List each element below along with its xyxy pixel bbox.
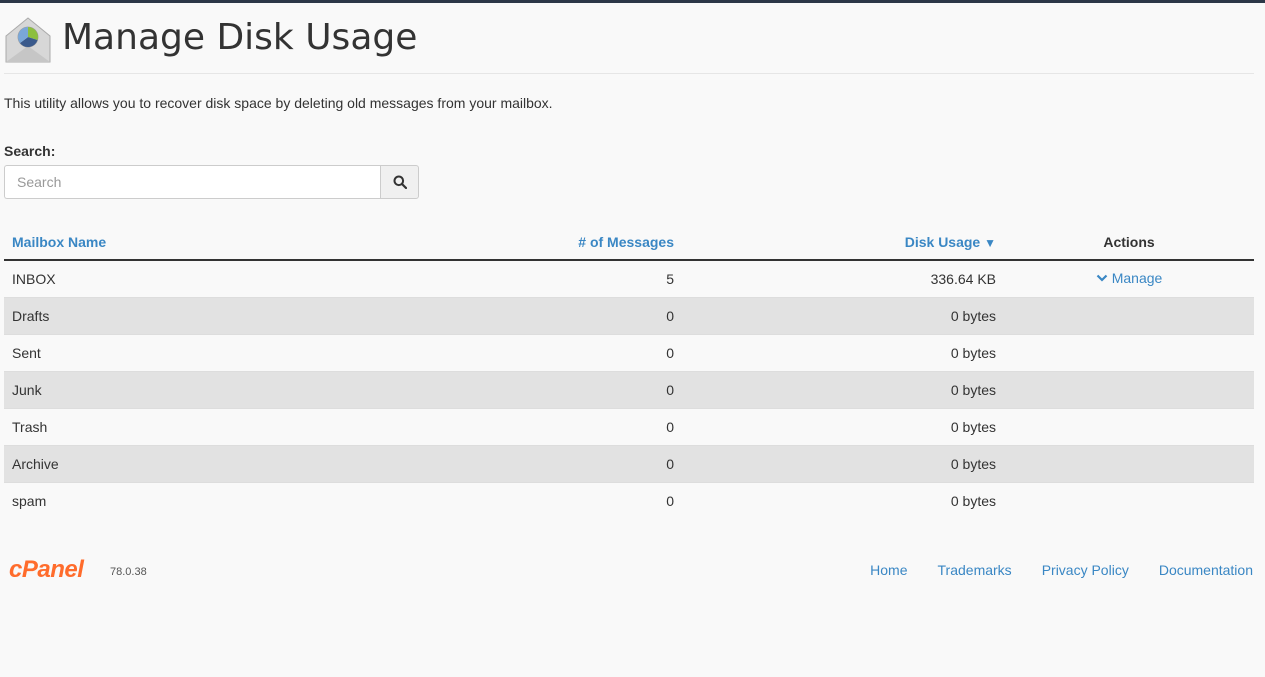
table-row: Trash 0 0 bytes [4,407,1254,445]
sort-descending-icon: ▼ [984,235,996,250]
table-row: spam 0 0 bytes [4,481,1254,519]
column-label-messages: # of Messages [578,233,674,250]
footer-link-trademarks[interactable]: Trademarks [938,562,1012,578]
table-row: Junk 0 0 bytes [4,370,1254,408]
manage-inbox-button[interactable]: Manage [1096,270,1163,287]
search-input[interactable] [4,165,380,199]
search-label: Search: [4,143,56,159]
table-header-row: Mailbox Name # of Messages Disk Usage ▼ … [4,224,1254,261]
actions-cell [1004,407,1254,445]
message-count-cell: 0 [324,407,682,445]
actions-cell [1004,370,1254,408]
table-row: Archive 0 0 bytes [4,444,1254,482]
actions-cell: Manage [1004,260,1254,297]
cpanel-logo: cPanel [9,556,86,583]
footer-link-documentation[interactable]: Documentation [1159,562,1253,578]
chevron-down-icon [1096,274,1107,282]
footer-link-privacy-policy[interactable]: Privacy Policy [1042,562,1129,578]
version-number: 78.0.38 [110,566,147,578]
column-label-mailbox-name: Mailbox Name [12,233,107,250]
search-button[interactable] [380,165,419,199]
page-description: This utility allows you to recover disk … [4,95,553,111]
actions-cell [1004,444,1254,482]
top-bar [0,0,1265,3]
column-header-disk-usage[interactable]: Disk Usage ▼ [682,224,1004,261]
message-count-cell: 5 [666,270,674,287]
mailbox-name-cell: INBOX [12,270,56,287]
message-count-cell: 0 [324,481,682,519]
message-count-cell: 0 [324,370,682,408]
page-title: Manage Disk Usage [62,17,418,58]
mailbox-name-cell: Junk [4,370,324,408]
disk-usage-cell: 0 bytes [682,407,1004,445]
disk-usage-cell: 336.64 KB [930,270,996,287]
table-row: Sent 0 0 bytes [4,333,1254,371]
mailbox-name-cell: Sent [4,333,324,371]
message-count-cell: 0 [324,444,682,482]
table-row: INBOX 5 336.64 KB Manage [4,260,1254,297]
column-label-disk-usage: Disk Usage [904,233,981,250]
actions-cell [1004,481,1254,519]
mailbox-name-cell: Trash [4,407,324,445]
column-header-messages[interactable]: # of Messages [324,224,682,261]
column-header-actions: Actions [1004,224,1254,261]
page-header: Manage Disk Usage [4,14,1254,74]
mail-disk-usage-icon [5,17,51,63]
actions-cell [1004,296,1254,334]
search-group [4,165,419,199]
disk-usage-cell: 0 bytes [682,481,1004,519]
footer-link-home[interactable]: Home [870,562,907,578]
mailbox-name-cell: Drafts [4,296,324,334]
actions-cell [1004,333,1254,371]
mailbox-name-cell: spam [4,481,324,519]
column-label-actions: Actions [1103,233,1155,250]
message-count-cell: 0 [324,333,682,371]
disk-usage-cell: 0 bytes [682,333,1004,371]
disk-usage-cell: 0 bytes [682,444,1004,482]
disk-usage-cell: 0 bytes [682,296,1004,334]
footer-links: Home Trademarks Privacy Policy Documenta… [870,562,1253,578]
logo-text: cPanel [9,556,85,583]
search-icon [393,175,407,189]
mailbox-name-cell: Archive [4,444,324,482]
disk-usage-cell: 0 bytes [682,370,1004,408]
message-count-cell: 0 [324,296,682,334]
table-row: Drafts 0 0 bytes [4,296,1254,334]
column-header-mailbox-name[interactable]: Mailbox Name [4,224,324,261]
mailbox-table: Mailbox Name # of Messages Disk Usage ▼ … [4,224,1254,519]
manage-label: Manage [1111,270,1163,287]
